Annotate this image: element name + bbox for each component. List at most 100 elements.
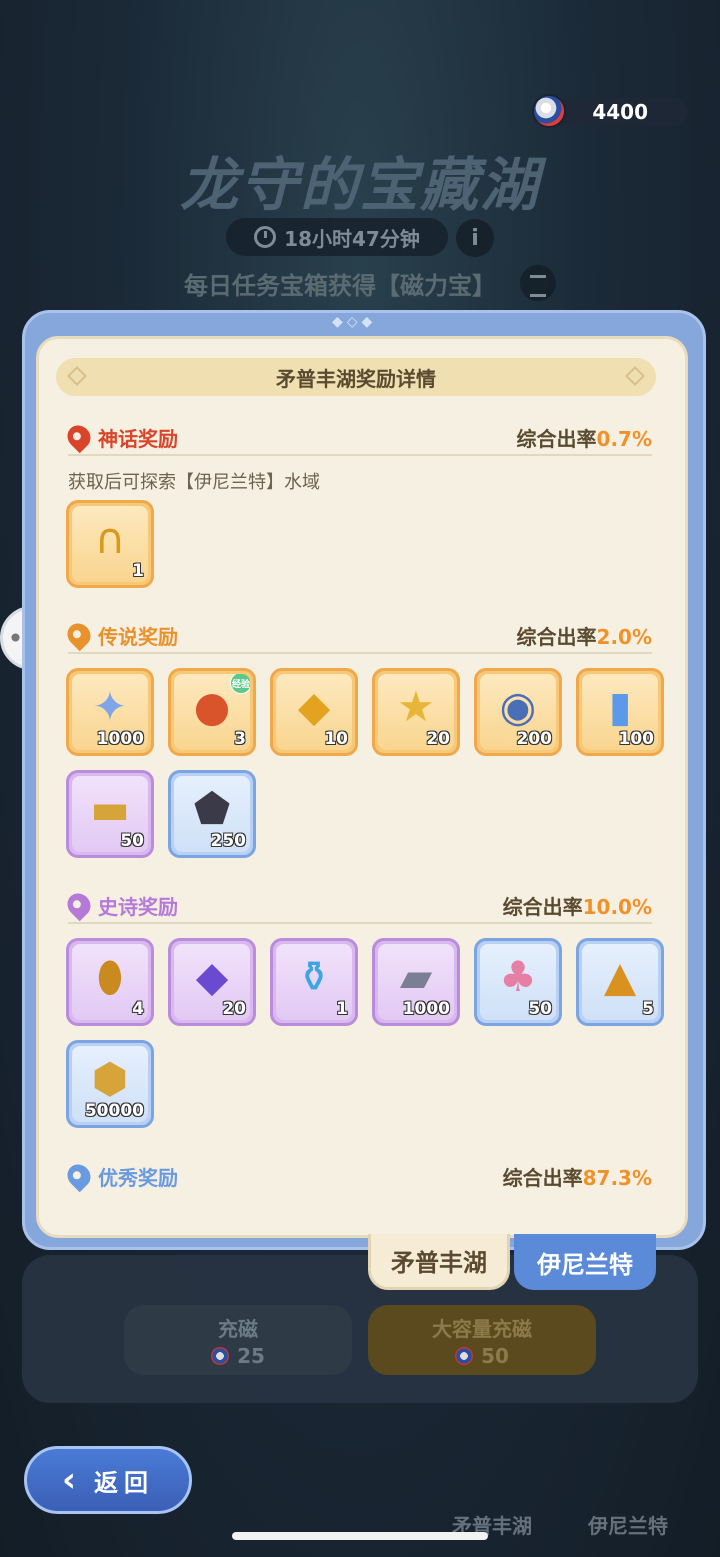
section-rate: 综合出率0.7% xyxy=(517,423,652,452)
ornament-icon xyxy=(67,366,87,386)
amber-shard-icon: ▲ xyxy=(603,952,637,1002)
exp-badge: 经验 xyxy=(230,674,250,694)
magnet-coin-icon xyxy=(532,94,566,128)
energy-canister-icon: ▮ xyxy=(608,682,632,732)
reward-quantity: 200 xyxy=(516,729,553,749)
reward-item-frame: ⬮ 4 xyxy=(72,944,148,1020)
lake-tab-b[interactable]: 伊尼兰特 xyxy=(588,1510,668,1539)
section-mythic-label: 神话奖励 xyxy=(98,426,178,451)
amber-egg-icon: ⬮ xyxy=(96,952,124,1002)
reward-item[interactable]: ▮ 100 xyxy=(576,668,664,756)
tab-lake-yinilante[interactable]: 伊尼兰特 xyxy=(514,1234,656,1290)
crystal-star-icon: ✦ xyxy=(92,682,128,732)
currency-display: 4400 xyxy=(532,94,688,128)
reward-quantity: 1 xyxy=(336,999,348,1019)
section-rate: 综合出率2.0% xyxy=(517,621,652,650)
tab-lake-mapufeng[interactable]: 矛普丰湖 xyxy=(368,1234,510,1290)
big-charge-button[interactable]: 大容量充磁 50 xyxy=(368,1305,596,1375)
reward-quantity: 1000 xyxy=(402,999,450,1019)
section-title: 神话奖励 xyxy=(62,420,178,454)
reward-quantity: 1 xyxy=(132,561,144,581)
reward-quantity: 250 xyxy=(210,831,247,851)
reward-quantity: 4 xyxy=(132,999,144,1019)
reward-quantity: 20 xyxy=(222,999,246,1019)
section-note: 获取后可探索【伊尼兰特】水域 xyxy=(68,472,320,493)
reward-item[interactable]: ✦ 1000 xyxy=(66,668,154,756)
reward-item[interactable]: ▲ 5 xyxy=(576,938,664,1026)
modal-title: 矛普丰湖奖励详情 xyxy=(276,366,436,391)
magnet-coin-icon xyxy=(455,1346,474,1365)
info-icon[interactable]: i xyxy=(456,219,494,257)
section-title: 优秀奖励 xyxy=(62,1159,178,1193)
reward-item[interactable]: ▬ 50 xyxy=(66,770,154,858)
daily-task-text: 每日任务宝箱获得【磁力宝】 xyxy=(184,272,496,300)
fire-spirit-icon: ● xyxy=(193,682,231,732)
reward-item-frame: ▮ 100 xyxy=(582,674,658,750)
reward-item[interactable]: ⚱ 1 xyxy=(270,938,358,1026)
reward-item-frame: ◆ 10 xyxy=(276,674,352,750)
reward-item-frame: ♣ 50 xyxy=(480,944,556,1020)
section-title: 传说奖励 xyxy=(62,618,178,652)
rate-label: 综合出率 xyxy=(502,1165,583,1190)
timer-text: 18小时47分钟 xyxy=(284,226,420,251)
reward-item[interactable]: ◆ 20 xyxy=(168,938,256,1026)
reward-quantity: 50000 xyxy=(84,1101,144,1121)
charge-label: 充磁 xyxy=(218,1316,258,1341)
section-rate: 综合出率10.0% xyxy=(503,891,652,920)
reward-item-frame: ◆ 20 xyxy=(174,944,250,1020)
modal-ornament: ◆◇◆ xyxy=(332,314,377,330)
reward-quantity: 50 xyxy=(528,999,552,1019)
clock-icon xyxy=(254,226,277,248)
reward-item[interactable]: ▰ 1000 xyxy=(372,938,460,1026)
reward-quantity: 100 xyxy=(618,729,655,749)
reward-item[interactable]: ⬢ 50000 xyxy=(66,1040,154,1128)
home-indicator[interactable] xyxy=(232,1532,488,1540)
amber-gem-icon: ◆ xyxy=(297,682,331,732)
section-title: 史诗奖励 xyxy=(62,888,178,922)
big-charge-cost-value: 50 xyxy=(481,1343,509,1368)
reward-quantity: 5 xyxy=(642,999,654,1019)
rate-label: 综合出率 xyxy=(516,426,597,451)
charge-cost-value: 25 xyxy=(237,1343,265,1368)
event-timer: 18小时47分钟 xyxy=(226,218,448,256)
reward-item-frame: ✦ 1000 xyxy=(72,674,148,750)
charge-button[interactable]: 充磁 25 xyxy=(124,1305,352,1375)
magma-ore-icon: ⬟ xyxy=(193,784,231,834)
reward-item[interactable]: ∩ 1 xyxy=(66,500,154,588)
gold-coin-icon: ⬢ xyxy=(91,1054,129,1104)
section-epic-label: 史诗奖励 xyxy=(98,894,178,919)
reward-item[interactable]: ◉ 200 xyxy=(474,668,562,756)
reward-item[interactable]: ⬮ 4 xyxy=(66,938,154,1026)
section-rate: 综合出率87.3% xyxy=(503,1162,652,1191)
section-epic-header: 史诗奖励 综合出率10.0% xyxy=(62,888,652,924)
section-excellent-header: 优秀奖励 综合出率87.3% xyxy=(62,1158,652,1194)
reward-item[interactable]: ● 经验 3 xyxy=(168,668,256,756)
reward-item-frame: ▲ 5 xyxy=(582,944,658,1020)
charge-cost: 25 xyxy=(211,1344,265,1368)
reward-item-frame: ▰ 1000 xyxy=(378,944,454,1020)
reward-item-frame: ∩ 1 xyxy=(72,506,148,582)
modal-title-bar: 矛普丰湖奖励详情 xyxy=(56,358,656,396)
section-legend-header: 传说奖励 综合出率2.0% xyxy=(62,618,652,654)
back-label: 返回 xyxy=(94,1468,154,1497)
reward-item-frame: ▬ 50 xyxy=(72,776,148,852)
reward-quantity: 10 xyxy=(324,729,348,749)
section-mythic-header: 神话奖励 综合出率0.7% xyxy=(62,420,652,456)
blue-potion-icon: ⚱ xyxy=(296,952,332,1002)
reward-item[interactable]: ♣ 50 xyxy=(474,938,562,1026)
reward-item-frame: ⬢ 50000 xyxy=(72,1046,148,1122)
section-legend-label: 传说奖励 xyxy=(98,624,178,649)
portal-orb-icon: ◉ xyxy=(499,682,537,732)
rate-value: 0.7% xyxy=(596,426,652,451)
reward-item[interactable]: ⬟ 250 xyxy=(168,770,256,858)
reward-item[interactable]: ◆ 10 xyxy=(270,668,358,756)
list-icon[interactable] xyxy=(520,265,556,301)
event-title: 龙守的宝藏湖 xyxy=(179,151,540,219)
legend-tier-icon xyxy=(62,618,96,652)
reward-item[interactable]: ★ 20 xyxy=(372,668,460,756)
excellent-tier-icon xyxy=(62,1159,96,1193)
section-excellent-label: 优秀奖励 xyxy=(98,1165,178,1190)
back-button[interactable]: ‹ 返回 xyxy=(24,1446,192,1514)
reward-item-frame: ⬟ 250 xyxy=(174,776,250,852)
reward-quantity: 20 xyxy=(426,729,450,749)
